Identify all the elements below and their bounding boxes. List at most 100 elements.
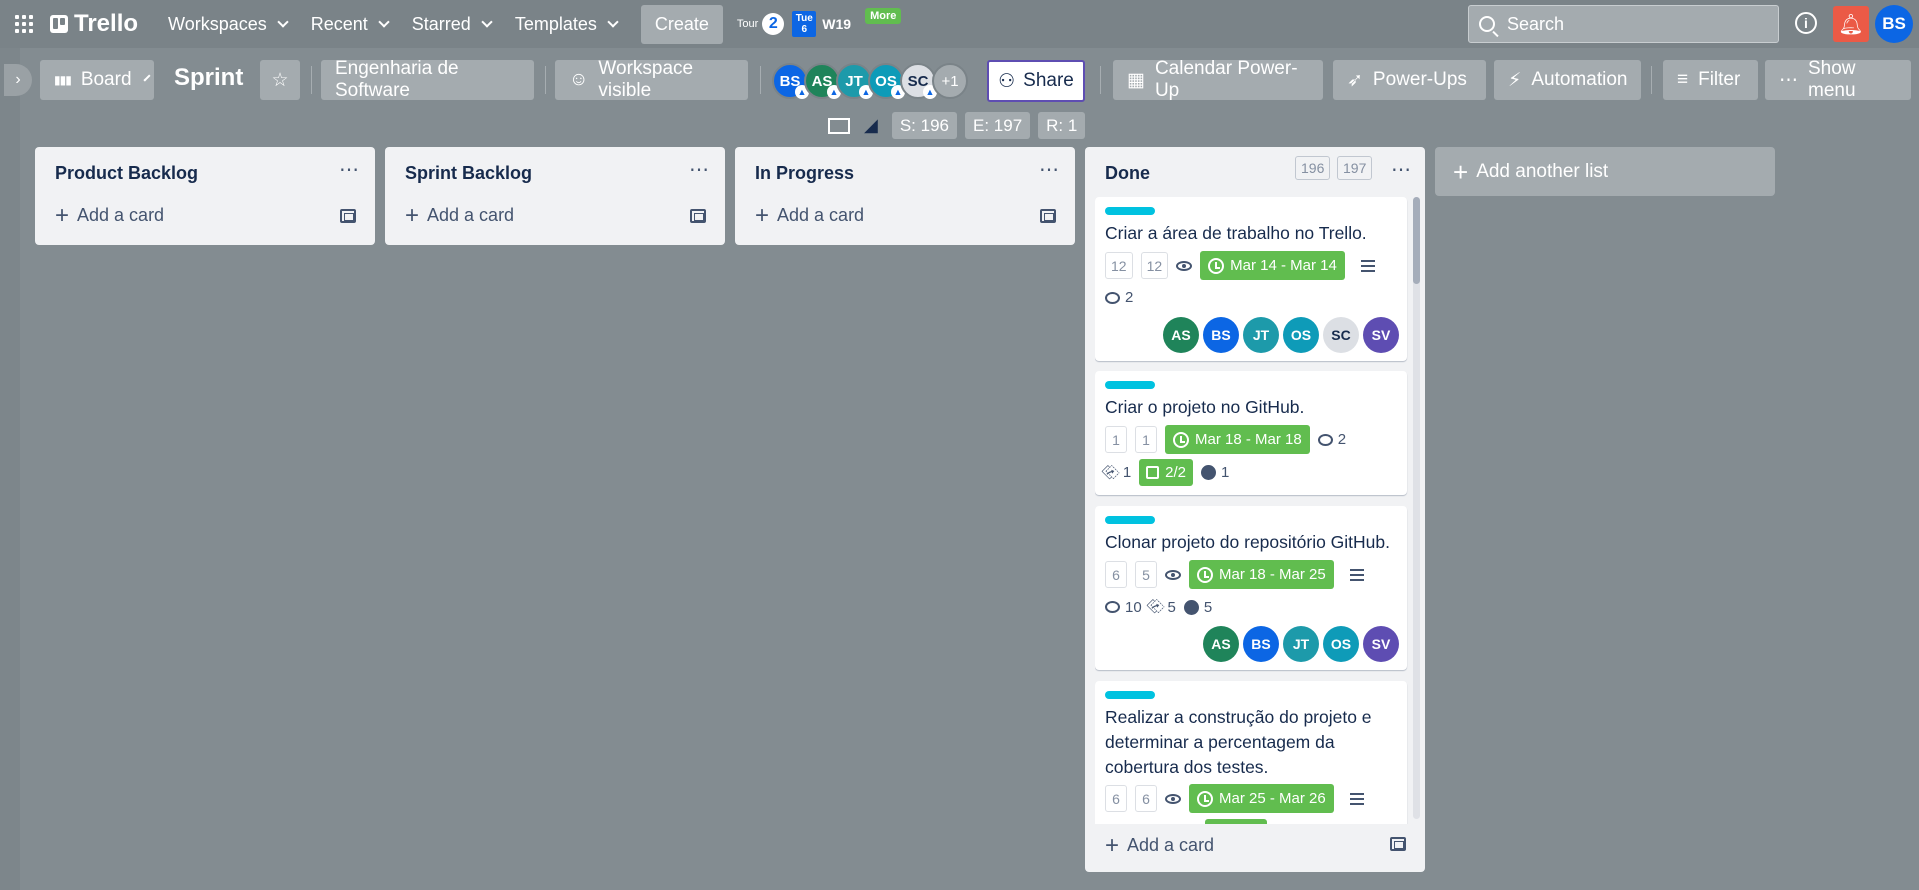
due-date-badge[interactable]: Mar 18 - Mar 18 [1165,425,1310,454]
due-date-badge[interactable]: Mar 14 - Mar 14 [1200,251,1345,280]
more-members-button[interactable]: +1 [932,63,968,99]
card-label[interactable] [1105,381,1155,389]
table-view-icon[interactable] [828,117,850,134]
card-template-icon[interactable] [1040,209,1056,223]
show-menu-button[interactable]: ⋯ Show menu [1765,58,1911,101]
board-title[interactable]: Sprint [174,64,243,92]
member-avatar[interactable]: BS ▲ [772,63,809,99]
stat-s: S: 196 [891,112,957,139]
tour-label[interactable]: Tour [737,18,758,30]
spent-badge: 1 [1135,426,1157,453]
app-switcher-icon[interactable] [12,12,36,36]
list-scrollbar-track[interactable] [1413,197,1420,819]
member-avatar[interactable]: SV [1363,317,1399,353]
card[interactable]: Criar o projeto no GitHub. 1 1 Mar 18 - … [1095,371,1407,495]
card-badges: 6 6 Mar 25 - Mar 26 [1105,784,1364,813]
chart-icon[interactable]: ◢ [864,115,878,136]
member-avatar[interactable]: SC [1323,317,1359,353]
due-date-badge[interactable]: Mar 25 - Mar 26 [1189,784,1334,813]
list-title[interactable]: Sprint Backlog [405,163,532,184]
card-label[interactable] [1105,207,1155,215]
list-menu-icon[interactable]: ⋯ [1039,157,1060,182]
add-card-button[interactable]: + Add a card [405,203,514,227]
trello-logo[interactable]: Trello [50,10,138,38]
add-another-list-button[interactable]: + Add another list [1435,147,1775,196]
rocket-icon: ➶ [1347,69,1363,91]
add-card-button[interactable]: + Add a card [755,203,864,227]
card-label[interactable] [1105,516,1155,524]
divider [1651,66,1652,94]
list-scrollbar-thumb[interactable] [1413,197,1420,284]
watch-eye-icon [1165,793,1181,804]
add-card-button[interactable]: + Add a card [55,203,164,227]
card-title: Criar a área de trabalho no Trello. [1105,223,1367,243]
nav-recent[interactable]: Recent [299,6,400,43]
calendar-icon[interactable]: Tue 6 [792,11,817,37]
expand-sidebar-icon[interactable]: › [4,64,32,96]
comments-badge: 10 [1105,599,1142,616]
list-title[interactable]: Product Backlog [55,163,198,184]
week-label: W19 [822,16,852,32]
card-badges: 10 ⎘ 5 5 [1105,596,1212,617]
watch-eye-icon [1165,569,1181,580]
member-avatar[interactable]: JT [1283,626,1319,662]
comment-icon [1105,291,1120,304]
member-avatar[interactable]: JT ▲ [836,63,873,99]
star-icon: ☆ [271,69,289,91]
workspace-button[interactable]: Engenharia de Software [321,58,534,101]
nav-workspaces[interactable]: Workspaces [156,6,299,43]
calendar-powerup-button[interactable]: ▦ Calendar Power-Up [1113,58,1323,101]
card-template-icon[interactable] [1390,837,1406,851]
list-product-backlog: Product Backlog ⋯ + Add a card [35,147,375,245]
visibility-button[interactable]: ☺ Workspace visible [555,58,748,101]
description-icon [1349,792,1364,805]
list-menu-icon[interactable]: ⋯ [339,157,360,182]
share-button[interactable]: ⚇ Share [987,60,1085,102]
notification-bell-icon[interactable]: 🔔︎ [1833,6,1869,42]
attachments-badge: ⎘ 1 [1100,461,1132,483]
automation-button[interactable]: ⚡︎ Automation [1494,60,1641,100]
member-avatar[interactable]: OS ▲ [868,63,905,99]
more-badge[interactable]: More [865,8,902,24]
card[interactable]: Clonar projeto do repositório GitHub. 6 … [1095,506,1407,670]
card[interactable]: Realizar a construção do projeto e deter… [1095,681,1407,824]
member-avatar[interactable]: OS [1323,626,1359,662]
member-avatar[interactable]: JT [1243,317,1279,353]
comments-badge: 2 [1105,289,1133,306]
add-card-button[interactable]: + Add a card [1105,833,1214,857]
calendar-icon: ▦ [1127,69,1145,91]
member-avatar[interactable]: OS [1283,317,1319,353]
member-avatar[interactable]: SC ▲ [900,63,937,99]
filter-button[interactable]: ≡ Filter [1663,60,1758,100]
nav-templates[interactable]: Templates [503,6,629,43]
card-template-icon[interactable] [690,209,706,223]
card-badges: 12 12 Mar 14 - Mar 14 [1105,251,1375,280]
list-title[interactable]: Done [1105,163,1150,184]
create-button[interactable]: Create [640,4,723,44]
board-view-switcher[interactable]: ▮▮▮ Board [40,60,154,100]
tour-icon[interactable]: 2 [762,13,785,35]
search-input[interactable]: Search [1468,5,1779,43]
member-avatar[interactable]: SV [1363,626,1399,662]
star-board-button[interactable]: ☆ [260,60,300,100]
member-avatar[interactable]: AS [1163,317,1199,353]
list-menu-icon[interactable]: ⋯ [1391,157,1412,182]
powerups-button[interactable]: ➶ Power-Ups [1333,60,1486,100]
nav-starred[interactable]: Starred [400,6,503,43]
list-menu-icon[interactable]: ⋯ [689,157,710,182]
member-avatar[interactable]: AS [1203,626,1239,662]
member-avatar[interactable]: BS [1203,317,1239,353]
card-template-icon[interactable] [340,209,356,223]
member-avatar[interactable]: AS ▲ [804,63,841,99]
divider [1100,66,1101,94]
due-date-badge[interactable]: Mar 18 - Mar 25 [1189,560,1334,589]
info-icon[interactable]: i [1795,12,1817,34]
member-avatar[interactable]: BS [1243,626,1279,662]
chevron-down-icon [277,15,289,28]
card-members: AS BS JT OS SC SV [1163,317,1399,353]
comment-icon [1317,433,1333,446]
card-label[interactable] [1105,691,1155,699]
user-avatar[interactable]: BS [1875,5,1913,43]
list-title[interactable]: In Progress [755,163,854,184]
card[interactable]: Criar a área de trabalho no Trello. 12 1… [1095,197,1407,361]
